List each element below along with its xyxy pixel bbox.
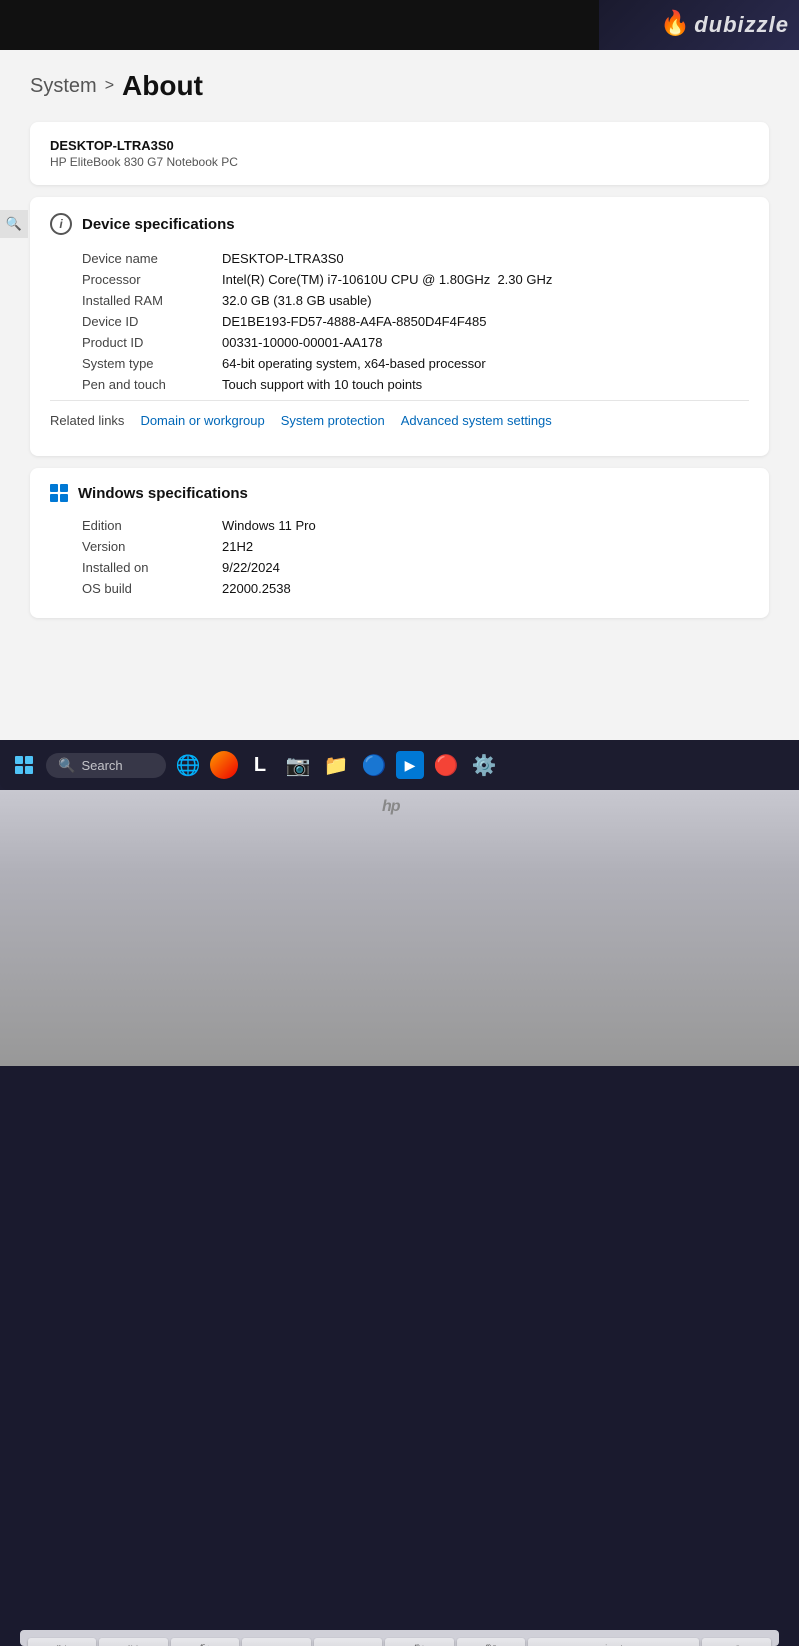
spec-value: 9/22/2024	[222, 560, 280, 575]
spec-label: Installed RAM	[82, 293, 222, 308]
spec-value: 00331-10000-00001-AA178	[222, 335, 382, 350]
spec-label: Pen and touch	[82, 377, 222, 392]
taskbar-circle-icon[interactable]	[210, 751, 238, 779]
key-insert[interactable]: insert	[528, 1638, 699, 1646]
fn-key-row: f3 ✱ f4 ✱ f5 ♪ f6 ◁ f7 ▷ f8 ↑ f9 ≡ inser…	[28, 1638, 771, 1646]
taskbar: 🔍 Search 🌐 L 📷 📁 🔵 ▶ 🔴 ⚙️	[0, 740, 799, 790]
spec-row-device-id: Device ID DE1BE193-FD57-4888-A4FA-8850D4…	[82, 314, 749, 329]
dubizzle-brand: dubizzle	[694, 12, 789, 38]
laptop-outer: 🔥 dubizzle 🔍 System > About DESKTOP-LTRA…	[0, 0, 799, 1066]
device-specs-table: Device name DESKTOP-LTRA3S0 Processor In…	[50, 251, 749, 392]
windows-icon	[50, 484, 68, 502]
spec-value: 32.0 GB (31.8 GB usable)	[222, 293, 372, 308]
info-icon: i	[50, 213, 72, 235]
key-f4[interactable]: f4 ✱	[99, 1638, 167, 1646]
device-card: DESKTOP-LTRA3S0 HP EliteBook 830 G7 Note…	[30, 122, 769, 185]
windows-specs-card: Windows specifications Edition Windows 1…	[30, 468, 769, 618]
key-f9[interactable]: f9 ≡	[457, 1638, 525, 1646]
related-links-label: Related links	[50, 413, 124, 428]
spec-value: DESKTOP-LTRA3S0	[222, 251, 344, 266]
spec-label: OS build	[82, 581, 222, 596]
start-button[interactable]	[8, 749, 40, 781]
keyboard: f3 ✱ f4 ✱ f5 ♪ f6 ◁ f7 ▷ f8 ↑ f9 ≡ inser…	[20, 1630, 779, 1646]
hp-logo: hp	[380, 795, 420, 821]
spec-label: Edition	[82, 518, 222, 533]
spec-row-processor: Processor Intel(R) Core(TM) i7-10610U CP…	[82, 272, 749, 287]
device-specs-header: i Device specifications	[50, 213, 749, 235]
domain-workgroup-link[interactable]: Domain or workgroup	[140, 413, 264, 428]
spec-row-device-name: Device name DESKTOP-LTRA3S0	[82, 251, 749, 266]
breadcrumb: System > About	[30, 70, 769, 102]
spec-value: DE1BE193-FD57-4888-A4FA-8850D4F4F485	[222, 314, 486, 329]
taskbar-settings-icon[interactable]: ⚙️	[468, 749, 500, 781]
advanced-system-settings-link[interactable]: Advanced system settings	[401, 413, 552, 428]
taskbar-camera-icon[interactable]: 📷	[282, 749, 314, 781]
spec-label: Device ID	[82, 314, 222, 329]
settings-content: 🔍 System > About DESKTOP-LTRA3S0 HP Elit…	[0, 50, 799, 740]
taskbar-browser-icon[interactable]: 🔵	[358, 749, 390, 781]
spec-row-ram: Installed RAM 32.0 GB (31.8 GB usable)	[82, 293, 749, 308]
key-f3[interactable]: f3 ✱	[28, 1638, 96, 1646]
key-f8[interactable]: f8 ↑	[385, 1638, 453, 1646]
device-hostname: DESKTOP-LTRA3S0	[50, 138, 749, 153]
system-protection-link[interactable]: System protection	[281, 413, 385, 428]
taskbar-search[interactable]: 🔍 Search	[46, 753, 166, 778]
taskbar-chrome-icon[interactable]: 🔴	[430, 749, 462, 781]
spec-value: Intel(R) Core(TM) i7-10610U CPU @ 1.80GH…	[222, 272, 552, 287]
taskbar-store-icon[interactable]: ▶	[396, 751, 424, 779]
key-f7[interactable]: f7 ▷	[314, 1638, 382, 1646]
device-specs-title: Device specifications	[82, 216, 235, 233]
taskbar-edge-icon[interactable]: 🌐	[172, 749, 204, 781]
spec-value: Touch support with 10 touch points	[222, 377, 422, 392]
screen-bezel: 🔥 dubizzle 🔍 System > About DESKTOP-LTRA…	[0, 0, 799, 790]
spec-value: 21H2	[222, 539, 253, 554]
key-arrow[interactable]: ↗	[702, 1638, 770, 1646]
spec-row-pen-touch: Pen and touch Touch support with 10 touc…	[82, 377, 749, 392]
svg-text:hp: hp	[382, 798, 401, 815]
spec-row-system-type: System type 64-bit operating system, x64…	[82, 356, 749, 371]
key-f6[interactable]: f6 ◁	[242, 1638, 310, 1646]
spec-label: Processor	[82, 272, 222, 287]
dubizzle-watermark: 🔥 dubizzle	[599, 0, 799, 50]
laptop-body: hp f3 ✱ f4 ✱ f5 ♪ f6 ◁ f7 ▷ f8 ↑ f9 ≡ in…	[0, 790, 799, 1066]
spec-label: Device name	[82, 251, 222, 266]
spec-label: System type	[82, 356, 222, 371]
breadcrumb-system: System	[30, 75, 97, 98]
spec-row-os-build: OS build 22000.2538	[82, 581, 749, 596]
taskbar-l-icon[interactable]: L	[244, 749, 276, 781]
spec-value: 22000.2538	[222, 581, 291, 596]
windows-specs-header: Windows specifications	[50, 484, 749, 502]
device-model: HP EliteBook 830 G7 Notebook PC	[50, 155, 749, 169]
spec-row-product-id: Product ID 00331-10000-00001-AA178	[82, 335, 749, 350]
search-sidebar-icon[interactable]: 🔍	[0, 210, 28, 238]
key-f5[interactable]: f5 ♪	[171, 1638, 239, 1646]
search-icon: 🔍	[58, 757, 75, 774]
related-links: Related links Domain or workgroup System…	[50, 400, 749, 440]
flame-icon: 🔥	[660, 9, 690, 38]
spec-row-version: Version 21H2	[82, 539, 749, 554]
spec-value: 64-bit operating system, x64-based proce…	[222, 356, 486, 371]
spec-row-installed-on: Installed on 9/22/2024	[82, 560, 749, 575]
spec-value: Windows 11 Pro	[222, 518, 316, 533]
breadcrumb-about: About	[122, 70, 203, 102]
device-specs-card: i Device specifications Device name DESK…	[30, 197, 769, 456]
spec-label: Version	[82, 539, 222, 554]
taskbar-folder-icon[interactable]: 📁	[320, 749, 352, 781]
spec-label: Installed on	[82, 560, 222, 575]
spec-label: Product ID	[82, 335, 222, 350]
spec-row-edition: Edition Windows 11 Pro	[82, 518, 749, 533]
breadcrumb-arrow: >	[105, 77, 114, 95]
search-label: Search	[81, 758, 122, 773]
windows-start-icon	[15, 756, 33, 774]
windows-specs-table: Edition Windows 11 Pro Version 21H2 Inst…	[50, 518, 749, 596]
windows-specs-title: Windows specifications	[78, 485, 248, 502]
